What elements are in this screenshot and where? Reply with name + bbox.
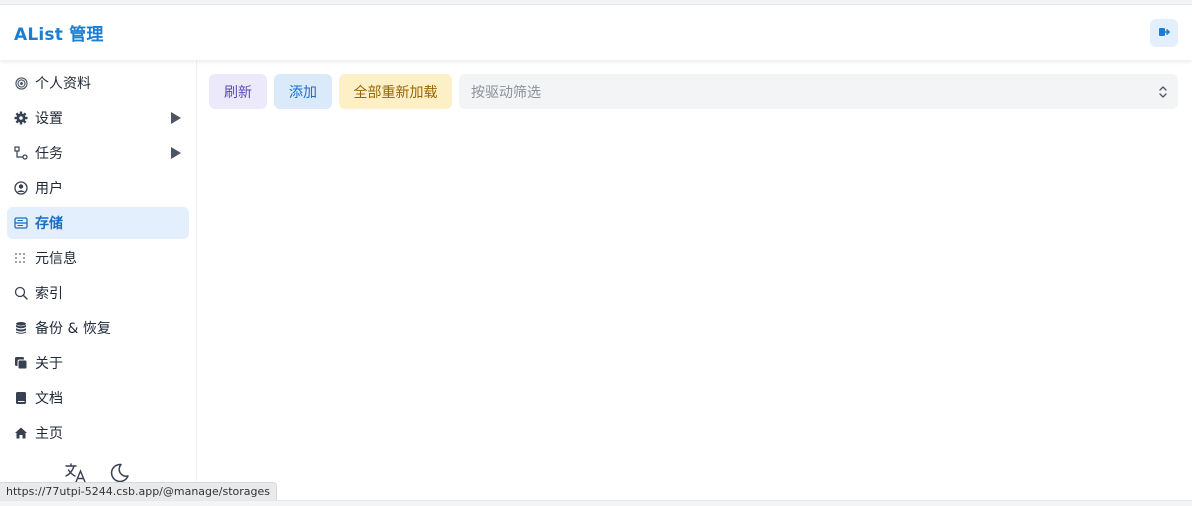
storage-toolbar: 刷新 添加 全部重新加载 按驱动筛选 [209, 74, 1178, 109]
user-circle-icon [14, 181, 28, 195]
gear-icon [14, 111, 28, 125]
sidebar-item-label: 任务 [35, 146, 63, 162]
refresh-button[interactable]: 刷新 [209, 74, 267, 109]
sidebar-item-users[interactable]: 用户 [7, 172, 189, 204]
sidebar-item-label: 用户 [35, 181, 63, 197]
search-icon [14, 286, 28, 300]
meta-icon [14, 251, 28, 265]
database-icon [14, 321, 28, 335]
sidebar-item-label: 关于 [35, 356, 63, 372]
copy-icon [14, 356, 28, 370]
sidebar-item-profile[interactable]: 个人资料 [7, 67, 189, 99]
reload-all-button[interactable]: 全部重新加载 [339, 74, 452, 109]
logout-button[interactable] [1150, 18, 1178, 47]
sidebar-item-label: 备份 & 恢复 [35, 321, 111, 337]
expand-arrow-icon [171, 147, 181, 159]
window-bottom-edge [0, 500, 1192, 506]
sidebar-item-meta[interactable]: 元信息 [7, 242, 189, 274]
sidebar: 个人资料 设置 任务 用户 存储 元信息 索引 备份 & 恢复 关于 文档 主页 [0, 60, 197, 500]
sidebar-item-about[interactable]: 关于 [7, 347, 189, 379]
sidebar-item-index[interactable]: 索引 [7, 277, 189, 309]
driver-filter-select[interactable]: 按驱动筛选 [459, 74, 1178, 109]
app-header: AList 管理 [0, 5, 1192, 60]
home-icon [14, 426, 28, 440]
sidebar-item-settings[interactable]: 设置 [7, 102, 189, 134]
chevron-up-down-icon [1158, 84, 1168, 103]
sidebar-item-label: 元信息 [35, 251, 77, 267]
sidebar-item-label: 文档 [35, 391, 63, 407]
expand-arrow-icon [171, 112, 181, 124]
sidebar-item-docs[interactable]: 文档 [7, 382, 189, 414]
driver-filter-placeholder: 按驱动筛选 [471, 84, 541, 101]
app-title: AList 管理 [14, 25, 104, 45]
sidebar-item-backup-restore[interactable]: 备份 & 恢复 [7, 312, 189, 344]
fingerprint-icon [14, 76, 28, 90]
add-storage-button[interactable]: 添加 [274, 74, 332, 109]
browser-status-url: https://77utpi-5244.csb.app/@manage/stor… [0, 482, 278, 501]
sidebar-item-label: 个人资料 [35, 76, 91, 92]
storage-icon [14, 216, 28, 230]
sidebar-item-home[interactable]: 主页 [7, 417, 189, 449]
sidebar-item-tasks[interactable]: 任务 [7, 137, 189, 169]
sidebar-item-label: 设置 [35, 111, 63, 127]
sidebar-item-label: 存储 [35, 216, 63, 232]
sidebar-item-storage[interactable]: 存储 [7, 207, 189, 239]
logout-icon [1158, 23, 1171, 42]
sidebar-item-label: 主页 [35, 426, 63, 442]
book-icon [14, 391, 28, 405]
sidebar-item-label: 索引 [35, 286, 63, 302]
workflow-icon [14, 146, 28, 160]
